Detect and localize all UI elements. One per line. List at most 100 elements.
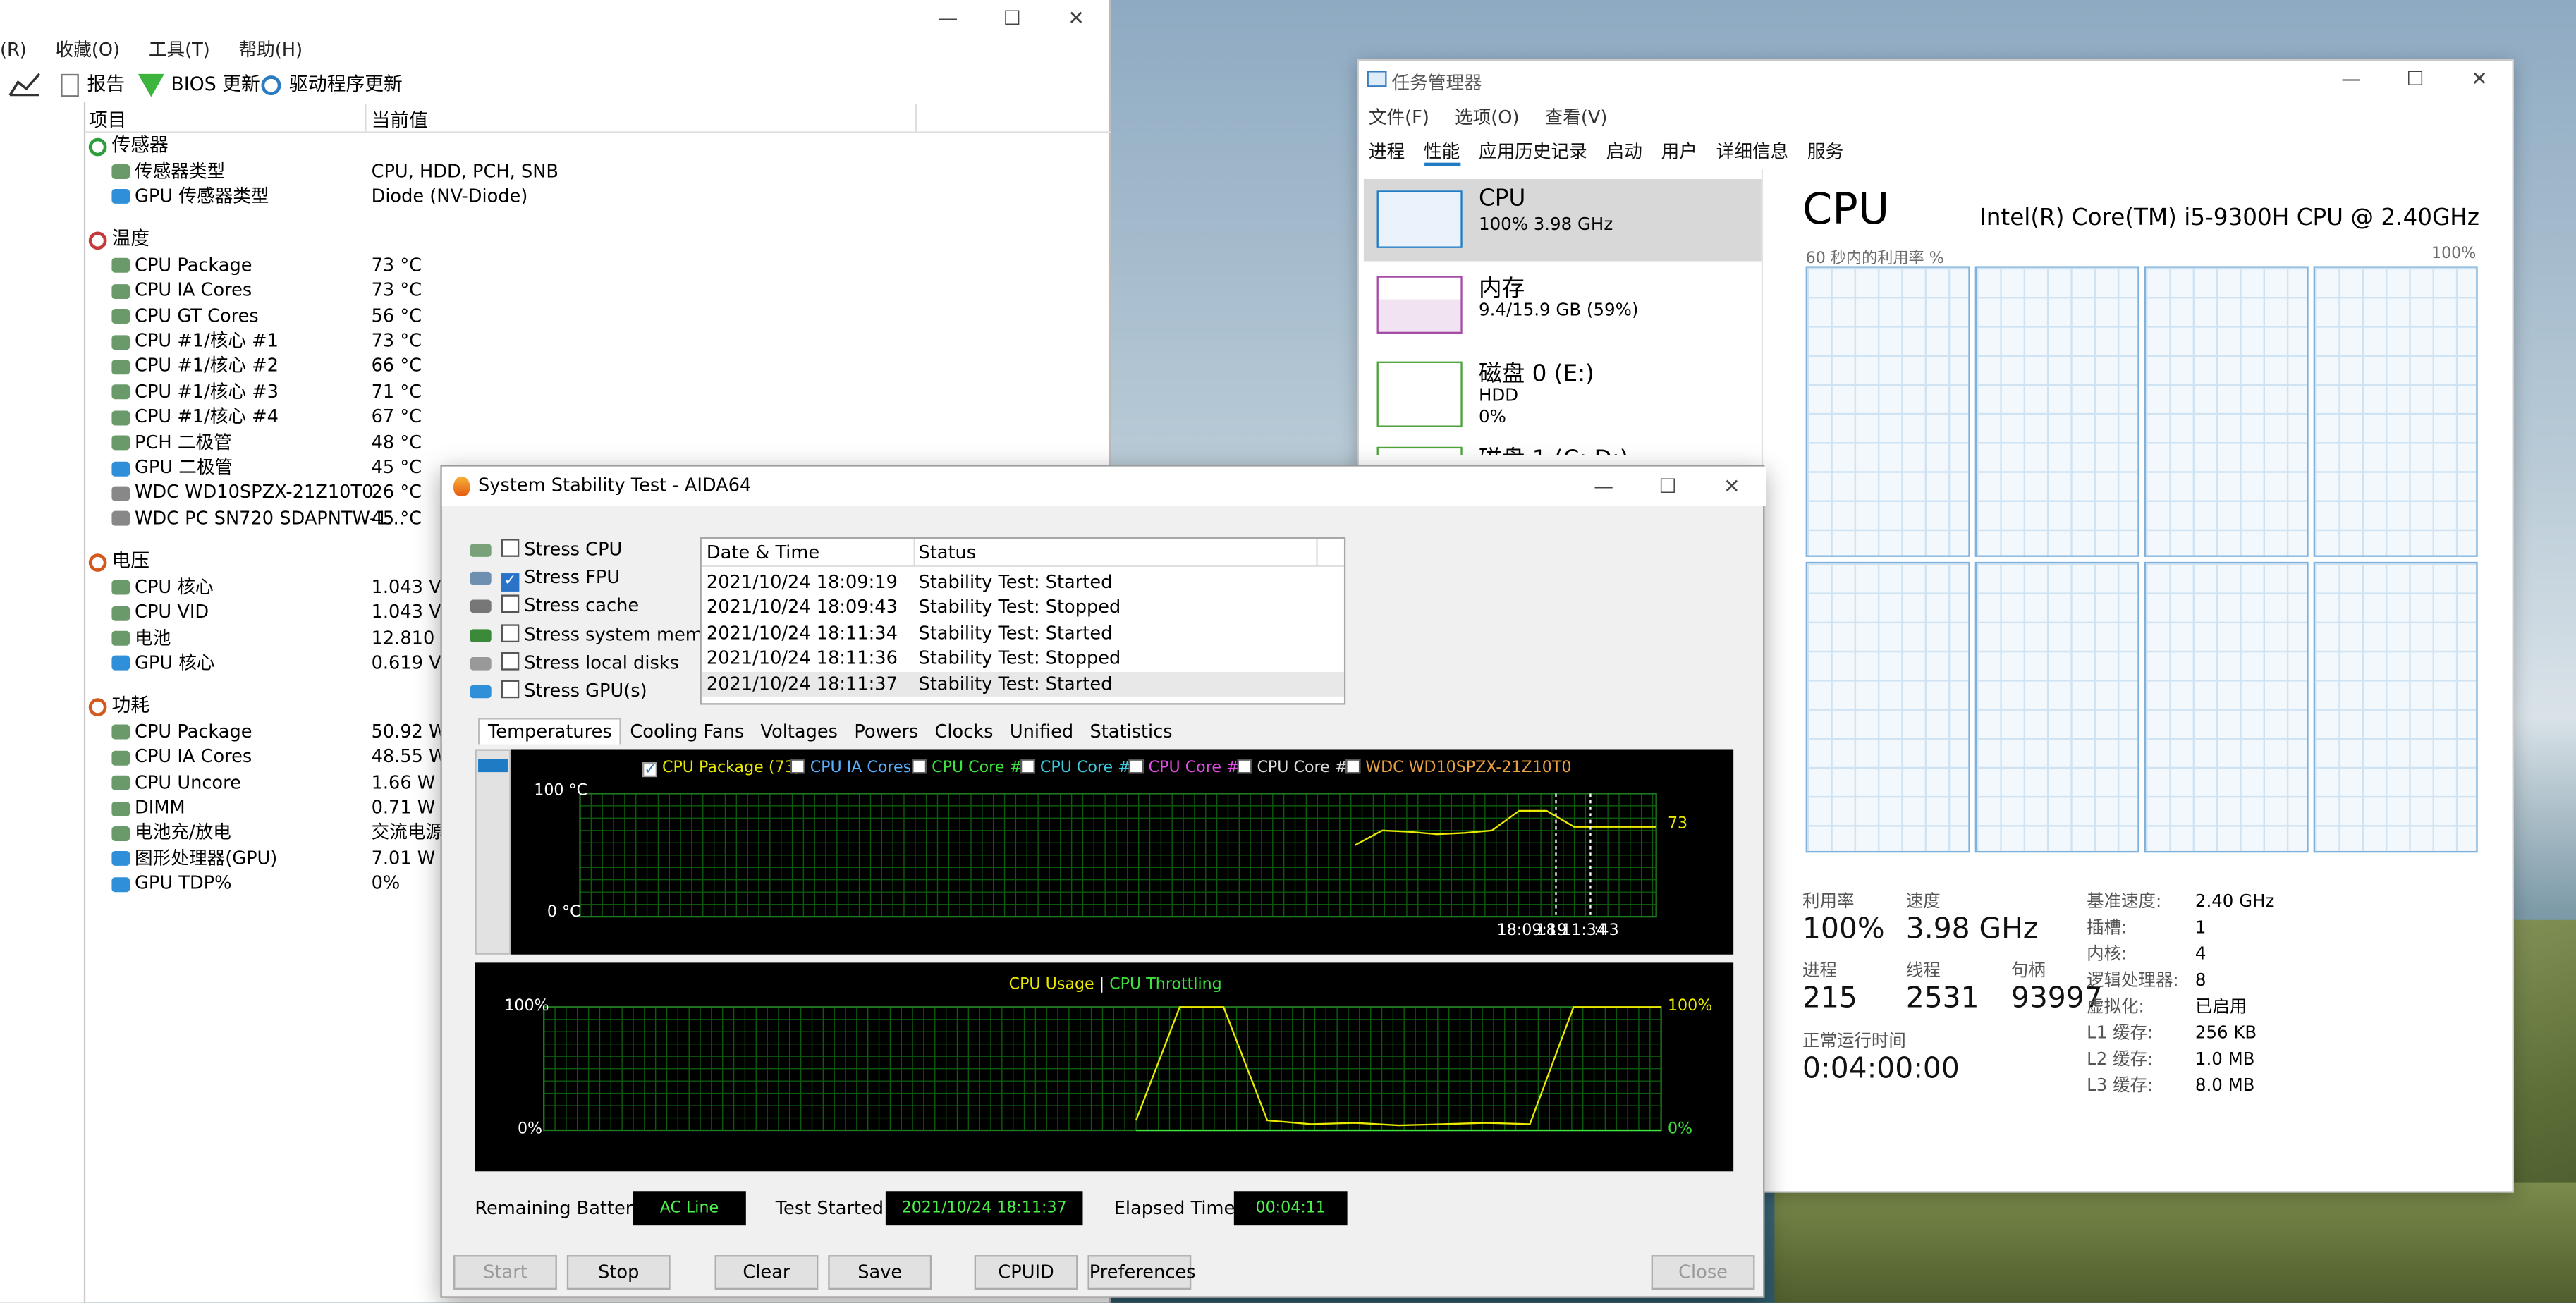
column-divider[interactable] bbox=[913, 539, 915, 567]
legend-item[interactable]: CPU Core #4 bbox=[1237, 759, 1357, 777]
log-row[interactable]: 2021/10/24 18:11:37 Stability Test: Start… bbox=[701, 671, 1344, 696]
stress-option[interactable]: Stress cache bbox=[501, 595, 639, 618]
legend-item[interactable]: WDC WD10SPZX-21Z10T0 bbox=[1345, 759, 1571, 777]
legend-item[interactable]: CPU IA Cores bbox=[790, 759, 911, 777]
spec-label: L2 缓存: bbox=[2087, 1049, 2154, 1070]
perf-item-disk-0[interactable]: 磁盘 0 (E:) HDD 0% bbox=[1364, 350, 1762, 432]
chart-tab[interactable]: Clocks bbox=[927, 720, 1001, 745]
legend-checkbox[interactable] bbox=[1020, 759, 1035, 774]
stress-option[interactable]: Stress CPU bbox=[501, 539, 622, 562]
sensor-row[interactable]: CPU #1/核心 #4 67 °C bbox=[111, 405, 1097, 429]
checkbox[interactable] bbox=[501, 652, 520, 671]
chart-tab[interactable]: Unified bbox=[1001, 720, 1082, 745]
report-button[interactable]: 报告 bbox=[61, 71, 125, 97]
tab-app-history[interactable]: 应用历史记录 bbox=[1479, 141, 1587, 162]
chart-tab[interactable]: Powers bbox=[846, 720, 927, 745]
maximize-button[interactable]: ☐ bbox=[1643, 475, 1692, 498]
tab-processes[interactable]: 进程 bbox=[1369, 141, 1405, 162]
maximize-button[interactable]: ☐ bbox=[987, 6, 1037, 30]
close-dialog-button[interactable]: Close bbox=[1651, 1255, 1755, 1290]
maximize-button[interactable]: ☐ bbox=[2391, 68, 2440, 91]
sensor-row[interactable]: CPU #1/核心 #1 73 °C bbox=[111, 329, 1097, 353]
sensor-section[interactable]: 温度 bbox=[88, 227, 1075, 252]
chart-icon[interactable] bbox=[8, 71, 42, 102]
legend-item[interactable]: CPU Core #3 bbox=[1128, 759, 1250, 777]
menu-item[interactable]: (R) bbox=[0, 39, 27, 61]
legend-checkbox[interactable] bbox=[790, 759, 805, 774]
chart-tab[interactable]: Statistics bbox=[1082, 720, 1180, 745]
minimize-button[interactable]: — bbox=[2326, 68, 2376, 91]
perf-item-cpu[interactable]: CPU 100% 3.98 GHz bbox=[1363, 178, 1762, 262]
stress-option[interactable]: Stress local disks bbox=[501, 652, 679, 675]
stress-option[interactable]: Stress GPU(s) bbox=[501, 680, 647, 704]
sensor-row[interactable]: 传感器类型 CPU, HDD, PCH, SNB bbox=[111, 159, 1097, 183]
legend-item[interactable]: CPU Core #2 bbox=[1020, 759, 1141, 777]
sensor-row[interactable]: CPU GT Cores 56 °C bbox=[111, 303, 1097, 328]
checkbox[interactable] bbox=[501, 680, 520, 699]
sensor-row[interactable]: CPU Package 73 °C bbox=[111, 252, 1097, 277]
clear-button[interactable]: Clear bbox=[714, 1255, 819, 1290]
legend-checkbox[interactable] bbox=[1345, 759, 1361, 774]
sensor-row[interactable]: GPU 传感器类型 Diode (NV-Diode) bbox=[111, 184, 1097, 209]
column-divider[interactable] bbox=[915, 103, 917, 132]
checkbox[interactable] bbox=[501, 539, 520, 557]
log-col-status[interactable]: Status bbox=[918, 542, 976, 563]
column-divider[interactable] bbox=[365, 103, 367, 132]
tab-users[interactable]: 用户 bbox=[1661, 141, 1697, 162]
log-row[interactable]: 2021/10/24 18:09:43 Stability Test: Stopp… bbox=[702, 595, 1344, 620]
close-button[interactable]: ✕ bbox=[1051, 6, 1101, 30]
sensor-row[interactable]: CPU #1/核心 #2 66 °C bbox=[111, 354, 1097, 379]
start-button[interactable]: Start bbox=[453, 1255, 557, 1290]
checkbox[interactable] bbox=[501, 623, 520, 642]
tab-startup[interactable]: 启动 bbox=[1606, 141, 1642, 162]
chart-tab[interactable]: Voltages bbox=[752, 720, 846, 745]
close-button[interactable]: ✕ bbox=[2455, 68, 2504, 91]
legend-checkbox[interactable]: ✓ bbox=[642, 762, 657, 778]
cpuid-button[interactable]: CPUID bbox=[974, 1255, 1078, 1290]
save-button[interactable]: Save bbox=[828, 1255, 932, 1290]
stop-button[interactable]: Stop bbox=[566, 1255, 671, 1290]
sensor-row[interactable]: PCH 二极管 48 °C bbox=[111, 430, 1097, 455]
log-col-date[interactable]: Date & Time bbox=[707, 542, 819, 563]
log-row[interactable]: 2021/10/24 18:09:19 Stability Test: Start… bbox=[702, 570, 1344, 595]
minimize-button[interactable]: — bbox=[923, 6, 972, 30]
column-divider[interactable] bbox=[1316, 539, 1318, 567]
menu-file[interactable]: 文件(F) bbox=[1369, 106, 1429, 128]
menu-item-tools[interactable]: 工具(T) bbox=[149, 39, 210, 61]
menu-options[interactable]: 选项(O) bbox=[1455, 106, 1519, 128]
legend-checkbox[interactable] bbox=[1128, 759, 1144, 774]
log-row[interactable]: 2021/10/24 18:11:34 Stability Test: Start… bbox=[702, 620, 1344, 645]
tab-services[interactable]: 服务 bbox=[1807, 141, 1843, 162]
perf-item-memory[interactable]: 内存 9.4/15.9 GB (59%) bbox=[1364, 264, 1762, 347]
bios-update-button[interactable]: BIOS 更新 bbox=[138, 71, 260, 97]
scroll-thumb[interactable] bbox=[478, 759, 508, 773]
stress-option[interactable]: Stress system memory bbox=[501, 623, 732, 647]
log-row[interactable]: 2021/10/24 18:11:36 Stability Test: Stopp… bbox=[702, 646, 1344, 671]
minimize-button[interactable]: — bbox=[1579, 475, 1628, 498]
column-value[interactable]: 当前值 bbox=[372, 106, 428, 133]
chart-scrollbar[interactable] bbox=[475, 749, 511, 955]
checkbox[interactable]: ✓ bbox=[501, 573, 520, 592]
preferences-button[interactable]: Preferences bbox=[1087, 1255, 1196, 1290]
sensor-section[interactable]: 传感器 bbox=[88, 133, 1075, 158]
legend-checkbox[interactable] bbox=[912, 759, 927, 774]
tab-performance[interactable]: 性能 bbox=[1423, 141, 1460, 166]
close-button[interactable]: ✕ bbox=[1707, 475, 1757, 498]
legend-item[interactable]: CPU Core #1 bbox=[912, 759, 1032, 777]
sensor-row[interactable]: CPU #1/核心 #3 71 °C bbox=[111, 379, 1097, 404]
chart-tab[interactable]: Temperatures bbox=[478, 718, 622, 745]
legend-item[interactable]: ✓ CPU Package (73) bbox=[642, 759, 800, 778]
stress-option[interactable]: ✓ Stress FPU bbox=[501, 567, 620, 592]
driver-update-button[interactable]: 驱动程序更新 bbox=[261, 71, 403, 97]
menu-view[interactable]: 查看(V) bbox=[1545, 106, 1608, 128]
column-item[interactable]: 项目 bbox=[89, 106, 127, 133]
chart-tab[interactable]: Cooling Fans bbox=[622, 720, 752, 745]
menu-item-help[interactable]: 帮助(H) bbox=[239, 39, 303, 61]
perf-item-disk-1[interactable]: 磁盘 1 (C: D:) bbox=[1364, 435, 1762, 455]
menu-item-favorites[interactable]: 收藏(O) bbox=[56, 39, 120, 61]
legend-checkbox[interactable] bbox=[1237, 759, 1252, 774]
checkbox[interactable] bbox=[501, 595, 520, 614]
tab-details[interactable]: 详细信息 bbox=[1716, 141, 1789, 162]
graph-max-label: 100% bbox=[2431, 245, 2477, 263]
sensor-row[interactable]: CPU IA Cores 73 °C bbox=[111, 278, 1097, 302]
